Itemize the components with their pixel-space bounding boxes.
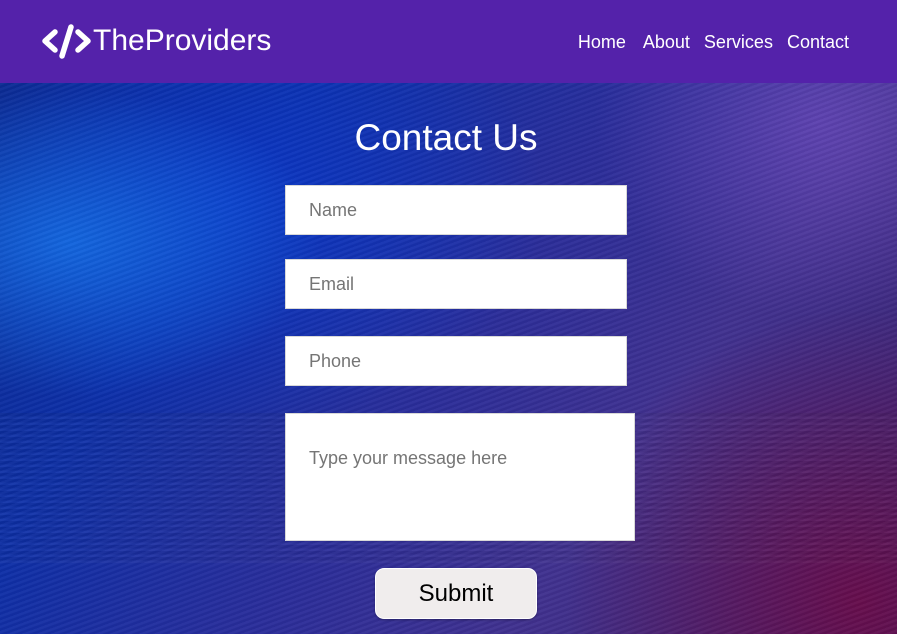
page-title: Contact Us — [354, 117, 538, 158]
email-field[interactable] — [285, 259, 627, 309]
nav-link-about[interactable]: About — [643, 30, 690, 54]
code-brackets-icon — [42, 24, 91, 59]
nav-link-contact[interactable]: Contact — [787, 30, 849, 54]
nav-links: Home About Services Contact — [578, 30, 849, 54]
name-field[interactable] — [285, 185, 627, 235]
page: TheProviders Home About Services Contact… — [0, 0, 897, 634]
phone-field[interactable] — [285, 336, 627, 386]
logo-text: TheProviders — [93, 24, 272, 57]
submit-button[interactable]: Submit — [375, 568, 537, 619]
navbar: TheProviders Home About Services Contact — [0, 0, 897, 83]
nav-link-home[interactable]: Home — [578, 30, 626, 54]
logo[interactable]: TheProviders — [42, 20, 271, 62]
nav-link-services[interactable]: Services — [704, 30, 773, 54]
message-field[interactable] — [285, 413, 635, 541]
